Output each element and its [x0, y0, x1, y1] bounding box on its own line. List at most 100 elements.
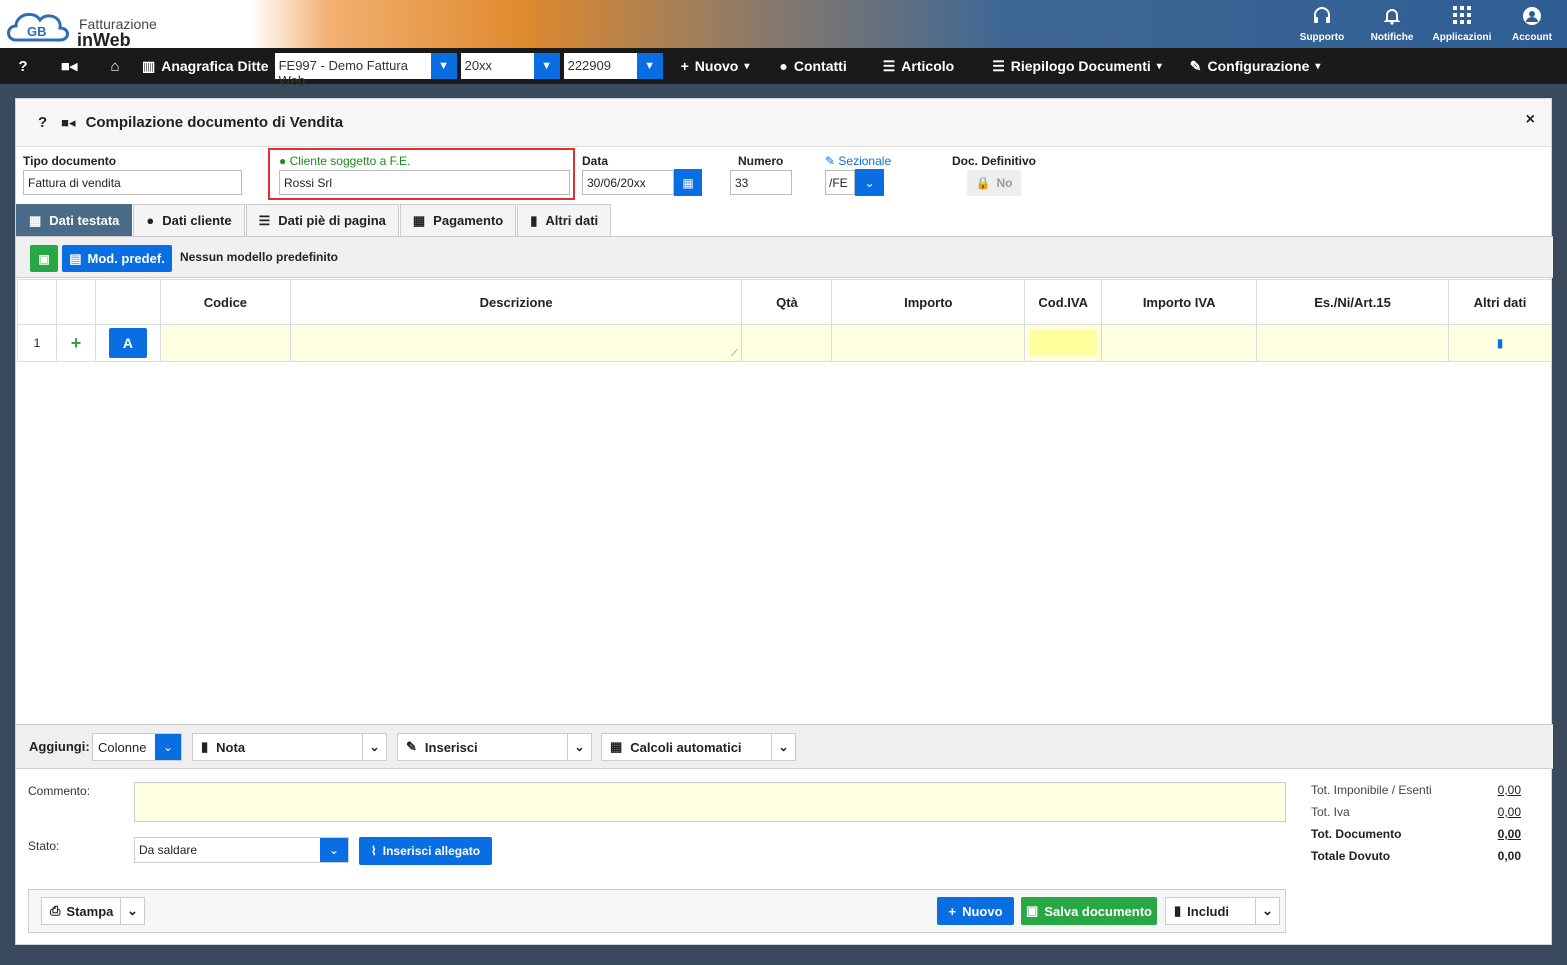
account-button[interactable]: Account: [1497, 0, 1567, 48]
column-header-esenzione[interactable]: Es./Ni/Art.15: [1256, 279, 1449, 325]
video-camera-icon[interactable]: ■◂: [46, 57, 92, 75]
table-row: 1 + A ⟋ ▮: [17, 324, 1552, 362]
chevron-down-icon: ⌄: [567, 734, 591, 760]
tab-altri-dati[interactable]: ▮ Altri dati: [517, 204, 612, 236]
tab-pagamento[interactable]: ▦ Pagamento: [399, 204, 517, 236]
aggiungi-bar: Aggiungi: Colonne ⌄ ▮ Nota ⌄ ✎ Inserisci ⌄…: [16, 724, 1553, 769]
descrizione-cell[interactable]: ⟋: [289, 324, 743, 362]
calculator-icon: ▦: [610, 739, 623, 754]
table-icon: ▦: [29, 212, 42, 228]
user-icon: ●: [279, 154, 287, 168]
user-icon: ●: [146, 213, 155, 228]
column-header-importo[interactable]: Importo: [831, 279, 1026, 325]
code-select[interactable]: 222909 ▼: [563, 53, 663, 79]
codice-cell[interactable]: [159, 324, 291, 362]
nuovo-button[interactable]: + Nuovo: [937, 897, 1014, 925]
article-button[interactable]: A: [108, 328, 147, 358]
nota-dropdown[interactable]: ▮ Nota ⌄: [192, 733, 387, 761]
file-icon[interactable]: ▮: [1497, 336, 1504, 350]
stampa-button[interactable]: ⎙ Stampa ⌄: [41, 897, 145, 925]
column-header-descrizione[interactable]: Descrizione: [289, 279, 743, 325]
sezionale-field[interactable]: /FE: [825, 170, 855, 195]
calculator-icon: ▦: [412, 212, 426, 228]
ditta-select[interactable]: FE997 - Demo Fattura Web ▼: [274, 53, 457, 88]
year-select[interactable]: 20xx ▼: [460, 53, 560, 79]
chevron-down-icon[interactable]: ⌄: [855, 169, 884, 196]
chevron-down-icon[interactable]: ⌄: [120, 898, 144, 924]
plus-icon: +: [680, 58, 689, 74]
includi-button[interactable]: ▮ Includi ⌄: [1165, 897, 1280, 925]
column-header: [55, 279, 96, 325]
tab-dati-cliente[interactable]: ● Dati cliente: [133, 204, 245, 236]
altri-dati-cell[interactable]: ▮: [1448, 324, 1552, 362]
file-icon: ▮: [201, 739, 209, 754]
column-header-qta[interactable]: Qtà: [741, 279, 833, 325]
tab-dati-testata[interactable]: ▦ Dati testata: [16, 204, 133, 236]
sezionale-label[interactable]: ✎ Sezionale: [825, 154, 891, 168]
calendar-icon[interactable]: ▦: [674, 169, 702, 196]
inserisci-allegato-button[interactable]: ⌇ Inserisci allegato: [359, 837, 492, 865]
applicazioni-button[interactable]: Applicazioni: [1427, 0, 1497, 48]
esenzione-cell[interactable]: [1256, 324, 1449, 362]
inserisci-dropdown[interactable]: ✎ Inserisci ⌄: [397, 733, 592, 761]
column-header-importo-iva[interactable]: Importo IVA: [1101, 279, 1258, 325]
chevron-down-icon: ⌄: [320, 838, 348, 862]
mod-predef-button[interactable]: ▤ Mod. predef.: [62, 245, 172, 272]
menu-riepilogo-documenti[interactable]: ☰ Riepilogo Documenti ▾: [968, 58, 1176, 75]
tot-documento-value[interactable]: 0,00: [1498, 827, 1521, 841]
save-icon: ▣: [1026, 903, 1039, 918]
chevron-down-icon[interactable]: ⌄: [1255, 898, 1279, 924]
salva-documento-button[interactable]: ▣ Salva documento: [1021, 897, 1157, 925]
add-row-button[interactable]: +: [55, 324, 96, 362]
tipo-documento-field[interactable]: Fattura di vendita: [23, 170, 242, 195]
caret-down-icon: ▼: [533, 53, 560, 79]
cliente-field[interactable]: Rossi Srl: [279, 170, 570, 195]
chevron-down-icon: ⌄: [155, 734, 181, 760]
column-header: [94, 279, 161, 325]
qta-cell[interactable]: [741, 324, 833, 362]
data-label: Data: [582, 154, 609, 168]
calcoli-automatici-dropdown[interactable]: ▦ Calcoli automatici ⌄: [601, 733, 796, 761]
colonne-dropdown[interactable]: Colonne ⌄: [92, 733, 182, 761]
menu-configurazione[interactable]: ✎ Configurazione ▾: [1176, 58, 1335, 75]
notifiche-button[interactable]: Notifiche: [1357, 0, 1427, 48]
supporto-button[interactable]: Supporto: [1287, 0, 1357, 48]
app-header: GB Fatturazione inWeb Supporto Notifiche…: [0, 0, 1567, 50]
menu-nuovo[interactable]: + Nuovo ▾: [667, 58, 764, 74]
headset-icon: [1312, 6, 1332, 32]
commento-textarea[interactable]: [134, 782, 1286, 822]
caret-down-icon: ▼: [636, 53, 663, 79]
tot-iva-value[interactable]: 0,00: [1498, 805, 1521, 819]
menu-anagrafica-ditte[interactable]: ▥ Anagrafica Ditte: [138, 58, 275, 75]
video-camera-icon[interactable]: ■◂: [61, 115, 75, 131]
app-logo[interactable]: GB Fatturazione inWeb: [4, 4, 164, 50]
column-header-cod-iva[interactable]: Cod.IVA: [1024, 279, 1103, 325]
list-icon: ☰: [992, 57, 1005, 74]
user-icon: ●: [779, 58, 788, 74]
numero-field[interactable]: 33: [730, 170, 792, 195]
stato-select[interactable]: Da saldare ⌄: [134, 837, 349, 863]
edit-icon: ✎: [406, 739, 417, 754]
save-icon[interactable]: ▣: [30, 245, 58, 272]
tab-dati-pie-pagina[interactable]: ☰ Dati piè di pagina: [245, 204, 399, 236]
column-header-codice[interactable]: Codice: [159, 279, 291, 325]
cod-iva-cell[interactable]: [1024, 324, 1103, 362]
column-header-altri-dati[interactable]: Altri dati: [1448, 279, 1552, 325]
resize-handle-icon[interactable]: ⟋: [731, 348, 737, 359]
importo-iva-cell[interactable]: [1101, 324, 1258, 362]
menu-articolo[interactable]: ☰ Articolo: [861, 58, 968, 75]
file-icon: ▮: [530, 212, 538, 228]
model-status-text: Nessun modello predefinito: [180, 250, 339, 264]
data-field[interactable]: 30/06/20xx: [582, 170, 674, 195]
menu-contatti[interactable]: ● Contatti: [763, 58, 860, 74]
table-header-row: Codice Descrizione Qtà Importo Cod.IVA I…: [17, 279, 1552, 325]
file-icon: ▮: [1174, 903, 1182, 918]
home-icon[interactable]: ⌂: [92, 58, 138, 75]
tot-imponibile-value[interactable]: 0,00: [1498, 783, 1521, 797]
importo-cell[interactable]: [831, 324, 1026, 362]
close-icon[interactable]: ×: [1526, 111, 1535, 129]
doc-definitivo-toggle[interactable]: 🔒 No: [967, 170, 1021, 196]
help-icon[interactable]: ?: [0, 58, 46, 75]
chevron-down-icon: ▾: [744, 60, 750, 72]
help-icon[interactable]: ?: [38, 114, 47, 131]
